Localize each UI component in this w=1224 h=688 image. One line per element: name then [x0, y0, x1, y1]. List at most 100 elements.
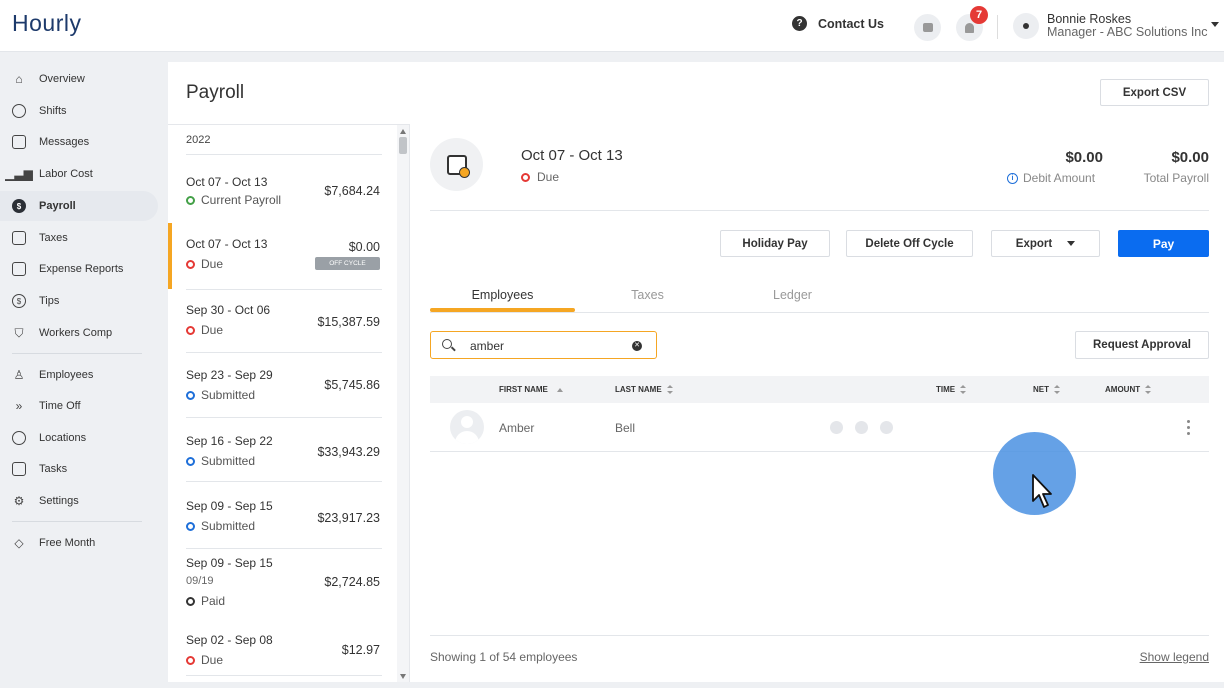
pay-period-item[interactable]: Sep 23 - Sep 29 Submitted $5,745.86: [168, 353, 394, 417]
sidebar-item-tasks[interactable]: Tasks: [0, 454, 158, 484]
pay-period-item[interactable]: Sep 09 - Sep 15 09/19 Paid $2,724.85: [168, 549, 394, 619]
sidebar-item-locations[interactable]: Locations: [0, 423, 158, 453]
more-options-icon[interactable]: [1187, 420, 1190, 435]
scroll-up-icon[interactable]: [400, 129, 406, 134]
tab-taxes[interactable]: Taxes: [575, 274, 720, 312]
chevron-down-icon[interactable]: [1211, 22, 1219, 27]
sort-icon: [666, 385, 674, 394]
avatar: [450, 410, 484, 444]
period-list-scrollbar[interactable]: [397, 125, 409, 682]
person-icon: [1023, 23, 1029, 29]
sidebar: ⌂ Overview Shifts Messages ▁▃▆ Labor Cos…: [0, 53, 160, 688]
sidebar-item-label: Messages: [39, 136, 90, 148]
tag-icon: ◇: [14, 536, 24, 550]
pay-period-item[interactable]: Sep 30 - Oct 06 Due $15,387.59: [168, 290, 394, 354]
period-amount: $0.00: [348, 240, 380, 254]
scroll-thumb[interactable]: [399, 137, 407, 154]
dollar-circle-icon: $: [12, 199, 26, 213]
employee-search[interactable]: ✕: [430, 331, 657, 359]
table-row[interactable]: Amber Bell: [430, 404, 1209, 452]
period-status: Paid: [186, 594, 225, 608]
show-legend-link[interactable]: Show legend: [1140, 650, 1209, 664]
sort-ascending-icon: [556, 387, 563, 392]
clear-search-icon[interactable]: ✕: [632, 341, 642, 351]
user-avatar[interactable]: [1013, 13, 1039, 39]
search-icon: [442, 339, 452, 349]
period-range: Oct 07 - Oct 13: [186, 237, 268, 251]
status-dot-icon: [186, 195, 195, 205]
column-time[interactable]: TIME: [936, 385, 967, 394]
sidebar-item-shifts[interactable]: Shifts: [0, 96, 158, 126]
pay-period-item-selected[interactable]: Oct 07 - Oct 13 Due $0.00 OFF CYCLE: [168, 223, 394, 289]
contact-us-link[interactable]: ? Contact Us: [792, 16, 884, 31]
results-count: Showing 1 of 54 employees: [430, 650, 578, 664]
user-menu[interactable]: Bonnie Roskes Manager - ABC Solutions In…: [1047, 13, 1208, 39]
pay-period-item[interactable]: Sep 16 - Sep 22 Submitted $33,943.29: [168, 418, 394, 482]
pay-period-item[interactable]: Oct 07 - Oct 13 Current Payroll $7,684.2…: [168, 155, 394, 217]
detail-title: Oct 07 - Oct 13: [521, 147, 623, 164]
scroll-down-icon[interactable]: [400, 674, 406, 679]
sidebar-item-label: Tips: [39, 295, 60, 307]
export-dropdown-button[interactable]: Export: [991, 230, 1100, 257]
holiday-pay-button[interactable]: Holiday Pay: [720, 230, 830, 257]
column-last-name[interactable]: LAST NAME: [615, 385, 674, 394]
status-dot-icon: [186, 521, 195, 531]
sidebar-item-free-month[interactable]: ◇ Free Month: [0, 528, 158, 558]
divider: [430, 210, 1209, 211]
employees-table-header: FIRST NAME LAST NAME TIME NET AMOUNT: [430, 376, 1209, 403]
sidebar-item-expense-reports[interactable]: Expense Reports: [0, 254, 158, 284]
sidebar-item-labor-cost[interactable]: ▁▃▆ Labor Cost: [0, 159, 158, 189]
sidebar-item-tips[interactable]: $ Tips: [0, 286, 158, 316]
search-input[interactable]: [470, 337, 620, 354]
sidebar-item-settings[interactable]: ⚙ Settings: [0, 486, 158, 516]
bell-icon: [965, 22, 974, 33]
period-amount: $23,917.23: [317, 511, 380, 525]
pay-button[interactable]: Pay: [1118, 230, 1209, 257]
export-csv-button[interactable]: Export CSV: [1100, 79, 1209, 106]
sidebar-item-taxes[interactable]: Taxes: [0, 223, 158, 253]
edit-icon[interactable]: [830, 421, 843, 434]
checklist-icon: [12, 462, 26, 476]
calendar-icon: [430, 138, 483, 191]
sidebar-item-employees[interactable]: ♙ Employees: [0, 360, 158, 390]
period-status: Due: [186, 323, 223, 337]
pay-period-item[interactable]: Sep 09 - Sep 15 Submitted $23,917.23: [168, 482, 394, 546]
app-logo[interactable]: Hourly: [12, 10, 81, 37]
column-first-name[interactable]: FIRST NAME: [499, 385, 563, 394]
total-payroll-label: Total Payroll: [1143, 171, 1209, 185]
home-icon: ⌂: [15, 72, 23, 86]
column-amount[interactable]: AMOUNT: [1105, 385, 1152, 394]
document-icon: [12, 231, 26, 245]
sort-icon: [1145, 385, 1152, 394]
delete-off-cycle-button[interactable]: Delete Off Cycle: [846, 230, 973, 257]
mouse-pointer-icon: [1032, 474, 1052, 508]
sidebar-item-overview[interactable]: ⌂ Overview: [0, 64, 158, 94]
hours-icon[interactable]: [855, 421, 868, 434]
tab-employees[interactable]: Employees: [430, 274, 575, 312]
status-dot-icon: [186, 655, 195, 665]
sidebar-item-workers-comp[interactable]: ⛉ Workers Comp: [0, 318, 158, 348]
period-status-label: Due: [201, 257, 224, 271]
user-role: Manager - ABC Solutions Inc: [1047, 25, 1208, 39]
column-label: LAST NAME: [615, 385, 662, 394]
top-bar: Hourly ? Contact Us 7 Bonnie Roskes Mana…: [0, 0, 1224, 52]
time-off-icon: »: [15, 399, 23, 413]
coin-icon: $: [12, 294, 26, 308]
info-icon[interactable]: i: [1007, 172, 1018, 184]
total-payroll-value: $0.00: [1171, 149, 1209, 166]
sidebar-item-label: Free Month: [39, 537, 96, 549]
column-label: FIRST NAME: [499, 385, 548, 394]
messages-button[interactable]: [914, 14, 941, 41]
request-approval-button[interactable]: Request Approval: [1075, 331, 1209, 359]
column-net[interactable]: NET: [1033, 385, 1061, 394]
overtime-icon[interactable]: [880, 421, 893, 434]
status-dot-icon: [186, 325, 195, 335]
sidebar-item-payroll[interactable]: $ Payroll: [0, 191, 158, 221]
sidebar-item-label: Shifts: [39, 105, 67, 117]
sidebar-item-time-off[interactable]: » Time Off: [0, 391, 158, 421]
sort-icon: [960, 385, 967, 394]
period-paid-date: 09/19: [186, 575, 214, 587]
tab-ledger[interactable]: Ledger: [720, 274, 865, 312]
sidebar-item-messages[interactable]: Messages: [0, 127, 158, 157]
pay-period-item[interactable]: Sep 02 - Sep 08 Due $12.97: [168, 622, 394, 682]
